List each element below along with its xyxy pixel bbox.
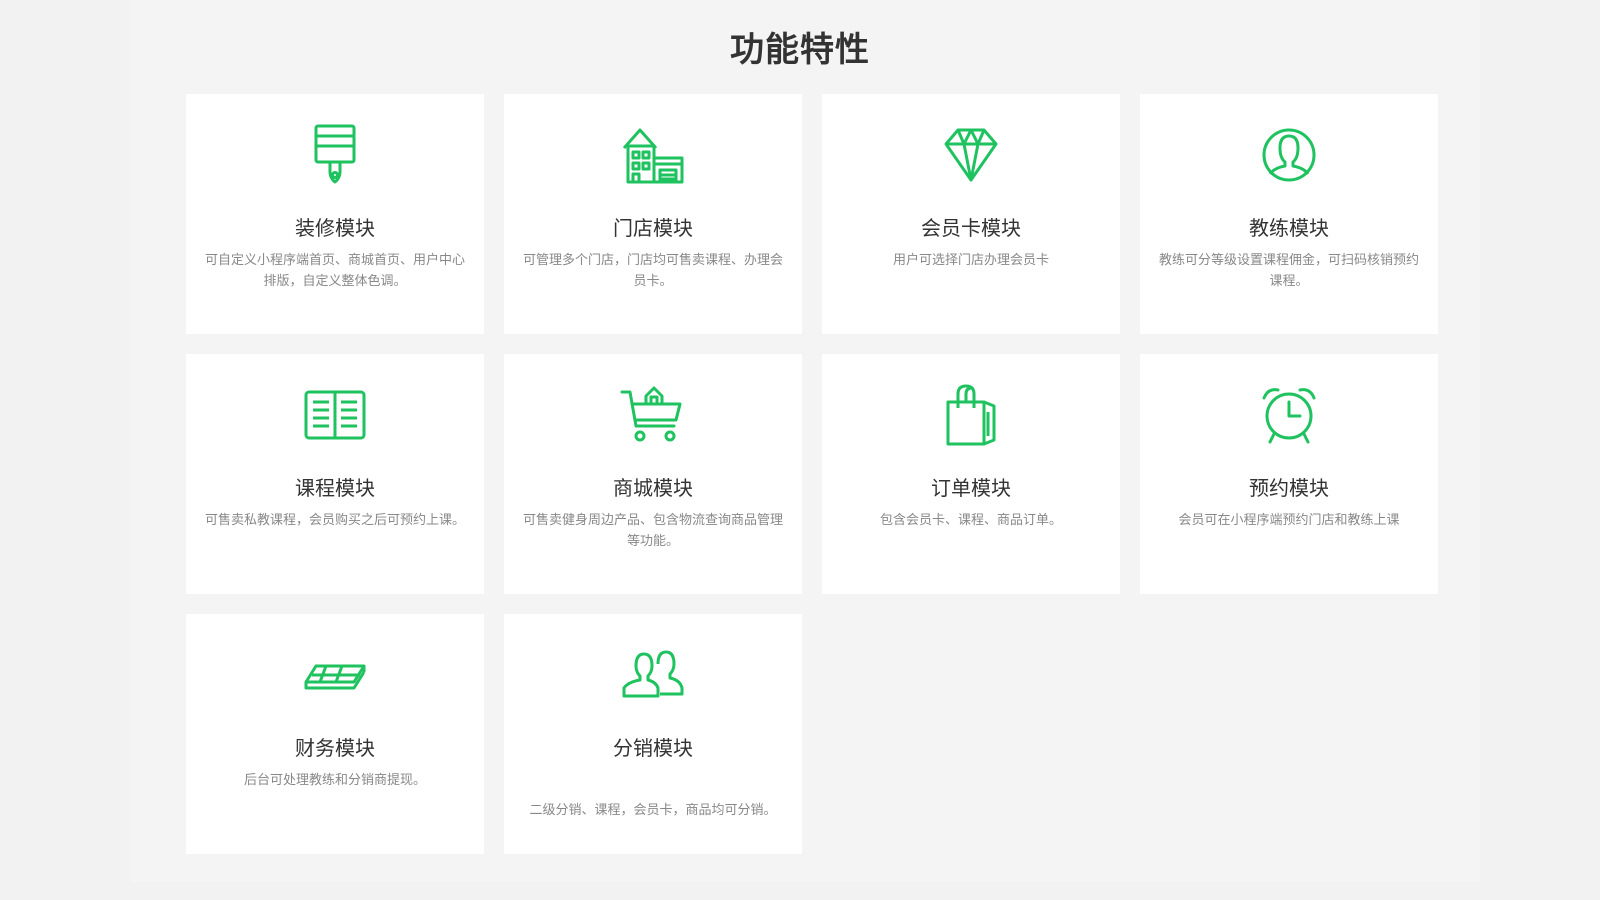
feature-title: 课程模块 bbox=[295, 476, 375, 500]
money-stack-icon bbox=[186, 642, 484, 708]
feature-card-course[interactable]: 课程模块 可售卖私教课程，会员购买之后可预约上课。 bbox=[186, 354, 484, 594]
open-book-icon bbox=[186, 382, 484, 448]
feature-card-finance[interactable]: 财务模块 后台可处理教练和分销商提现。 bbox=[186, 614, 484, 854]
feature-description: 会员可在小程序端预约门店和教练上课 bbox=[1178, 513, 1400, 528]
feature-description: 后台可处理教练和分销商提现。 bbox=[243, 773, 426, 788]
diamond-icon bbox=[822, 122, 1120, 188]
feature-description: 包含会员卡、课程、商品订单。 bbox=[879, 513, 1062, 528]
store-building-icon bbox=[504, 122, 802, 188]
feature-card-membership[interactable]: 会员卡模块 用户可选择门店办理会员卡 bbox=[822, 94, 1120, 334]
feature-grid: 装修模块 可自定义小程序端首页、商城首页、用户中心排版，自定义整体色调。 门店模… bbox=[186, 94, 1439, 854]
feature-description: 可管理多个门店，门店均可售卖课程、办理会员卡。 bbox=[522, 253, 783, 289]
feature-title: 教练模块 bbox=[1249, 216, 1329, 240]
feature-title: 门店模块 bbox=[613, 216, 693, 240]
feature-title: 分销模块 bbox=[613, 736, 693, 760]
feature-card-booking[interactable]: 预约模块 会员可在小程序端预约门店和教练上课 bbox=[1140, 354, 1438, 594]
users-group-icon bbox=[504, 642, 802, 708]
page-title: 功能特性 bbox=[730, 30, 870, 70]
feature-description: 教练可分等级设置课程佣金，可扫码核销预约课程。 bbox=[1158, 253, 1419, 289]
feature-title: 预约模块 bbox=[1249, 476, 1329, 500]
feature-title: 装修模块 bbox=[295, 216, 375, 240]
alarm-clock-icon bbox=[1140, 382, 1438, 448]
feature-card-mall[interactable]: 商城模块 可售卖健身周边产品、包含物流查询商品管理等功能。 bbox=[504, 354, 802, 594]
feature-card-distribution[interactable]: 分销模块 二级分销、课程，会员卡，商品均可分销。 bbox=[504, 614, 802, 854]
feature-title: 订单模块 bbox=[931, 476, 1011, 500]
feature-description: 可售卖健身周边产品、包含物流查询商品管理等功能。 bbox=[522, 513, 783, 549]
feature-title: 会员卡模块 bbox=[921, 216, 1021, 240]
feature-description: 二级分销、课程，会员卡，商品均可分销。 bbox=[529, 803, 777, 818]
feature-card-decoration[interactable]: 装修模块 可自定义小程序端首页、商城首页、用户中心排版，自定义整体色调。 bbox=[186, 94, 484, 334]
shopping-bag-icon bbox=[822, 382, 1120, 448]
shopping-cart-icon bbox=[504, 382, 802, 448]
paint-brush-icon bbox=[186, 122, 484, 188]
feature-description: 可售卖私教课程，会员购买之后可预约上课。 bbox=[204, 513, 465, 528]
feature-description: 可自定义小程序端首页、商城首页、用户中心排版，自定义整体色调。 bbox=[204, 253, 465, 289]
feature-title: 财务模块 bbox=[295, 736, 375, 760]
user-avatar-icon bbox=[1140, 122, 1438, 188]
feature-card-store[interactable]: 门店模块 可管理多个门店，门店均可售卖课程、办理会员卡。 bbox=[504, 94, 802, 334]
feature-title: 商城模块 bbox=[613, 476, 693, 500]
feature-card-coach[interactable]: 教练模块 教练可分等级设置课程佣金，可扫码核销预约课程。 bbox=[1140, 94, 1438, 334]
feature-description: 用户可选择门店办理会员卡 bbox=[892, 253, 1049, 268]
feature-card-order[interactable]: 订单模块 包含会员卡、课程、商品订单。 bbox=[822, 354, 1120, 594]
